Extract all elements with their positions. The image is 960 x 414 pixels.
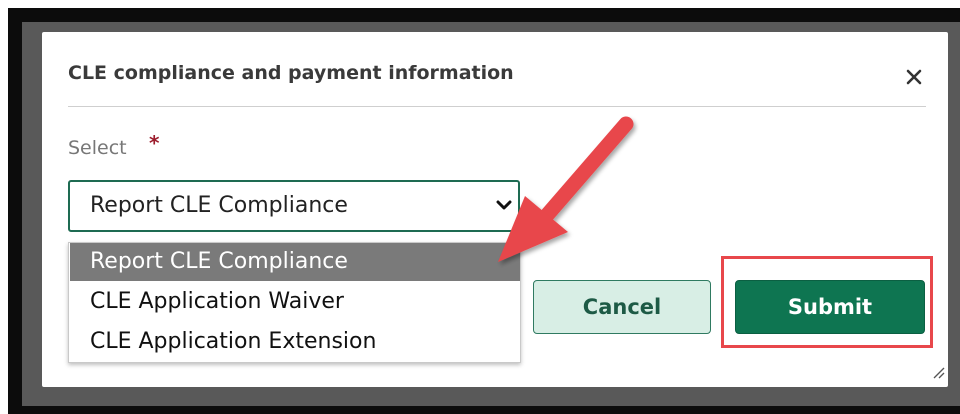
close-icon[interactable]: [902, 64, 928, 90]
select-label: Select: [68, 137, 127, 159]
select-value: Report CLE Compliance: [90, 193, 348, 218]
resize-grip-icon[interactable]: [928, 362, 946, 380]
dialog-title: CLE compliance and payment information: [68, 62, 514, 84]
option-report-cle-compliance[interactable]: Report CLE Compliance: [70, 243, 520, 281]
cancel-button[interactable]: Cancel: [533, 280, 711, 334]
submit-button[interactable]: Submit: [735, 280, 925, 334]
option-cle-application-extension[interactable]: CLE Application Extension: [70, 323, 520, 361]
required-marker: *: [149, 131, 160, 155]
title-divider: [68, 106, 926, 107]
option-cle-application-waiver[interactable]: CLE Application Waiver: [70, 283, 520, 321]
compliance-select[interactable]: Report CLE Compliance: [68, 180, 520, 232]
chevron-down-icon: [496, 200, 512, 210]
select-dropdown-list: Report CLE Compliance CLE Application Wa…: [68, 242, 521, 363]
